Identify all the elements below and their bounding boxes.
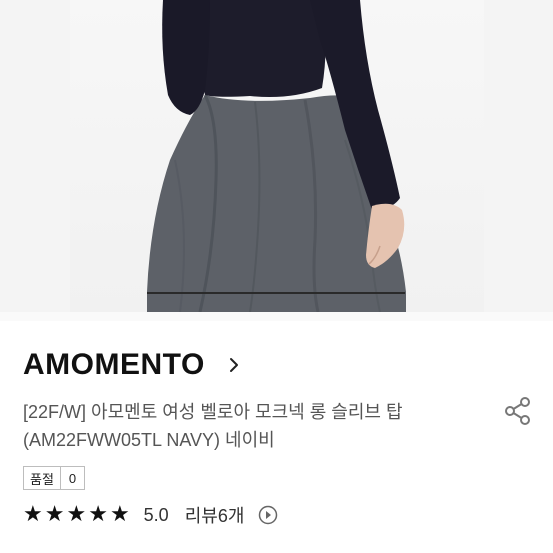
section-divider	[0, 312, 553, 321]
share-icon[interactable]	[502, 395, 534, 427]
product-title-line1: [22F/W] 아모멘토 여성 벨로아 모크넥 롱 슬리브 탑	[23, 402, 403, 422]
star-icon: ★	[88, 502, 108, 527]
brand-name: AMOMENTO	[23, 348, 205, 381]
chevron-right-icon	[223, 354, 245, 376]
product-title: [22F/W] 아모멘토 여성 벨로아 모크넥 롱 슬리브 탑 (AM22FWW…	[23, 398, 483, 454]
brand-link[interactable]: AMOMENTO	[23, 348, 245, 382]
star-icon: ★	[44, 502, 65, 527]
condition-badge: 품절 0	[23, 466, 86, 490]
product-image[interactable]	[0, 0, 553, 312]
review-count-link[interactable]: 리뷰6개	[185, 502, 245, 528]
image-scroll-indicator	[147, 292, 405, 294]
star-icon: ★	[109, 502, 130, 527]
condition-value: 0	[68, 470, 77, 486]
product-title-line2: (AM22FWW05TL NAVY) 네이비	[23, 430, 275, 450]
star-icon: ★	[23, 502, 43, 527]
model-photo	[147, 0, 406, 312]
rating-row: ★ ★ ★ ★ ★ 5.0 리뷰6개	[23, 502, 278, 528]
rating-score: 5.0	[143, 504, 169, 525]
play-circle-icon[interactable]	[258, 505, 278, 525]
rating-stars: ★ ★ ★ ★ ★	[23, 503, 130, 527]
star-icon: ★	[66, 502, 87, 527]
condition-label: 품절	[24, 467, 61, 489]
